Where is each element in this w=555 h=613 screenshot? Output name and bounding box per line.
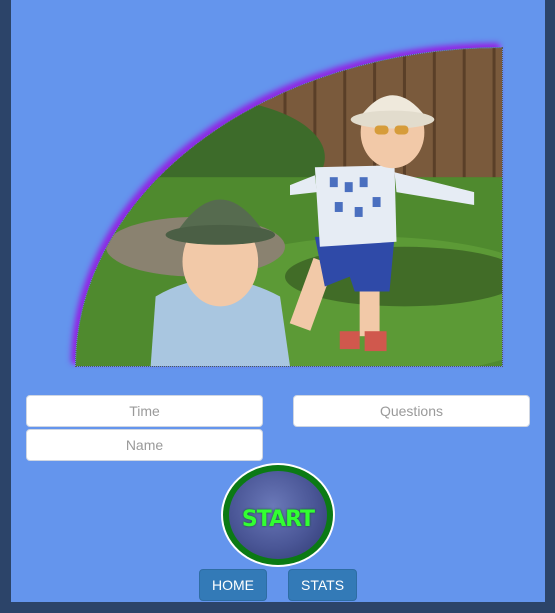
name-input[interactable] bbox=[26, 429, 263, 461]
stats-button[interactable]: STATS bbox=[288, 569, 357, 601]
hero-photo bbox=[75, 47, 503, 367]
questions-input[interactable] bbox=[293, 395, 530, 427]
start-button-label: START bbox=[241, 507, 315, 532]
home-button[interactable]: HOME bbox=[199, 569, 267, 601]
main-panel: START HOME STATS bbox=[11, 0, 545, 602]
start-button[interactable]: START bbox=[221, 463, 335, 567]
hero-photo-image bbox=[76, 48, 502, 366]
time-input[interactable] bbox=[26, 395, 263, 427]
